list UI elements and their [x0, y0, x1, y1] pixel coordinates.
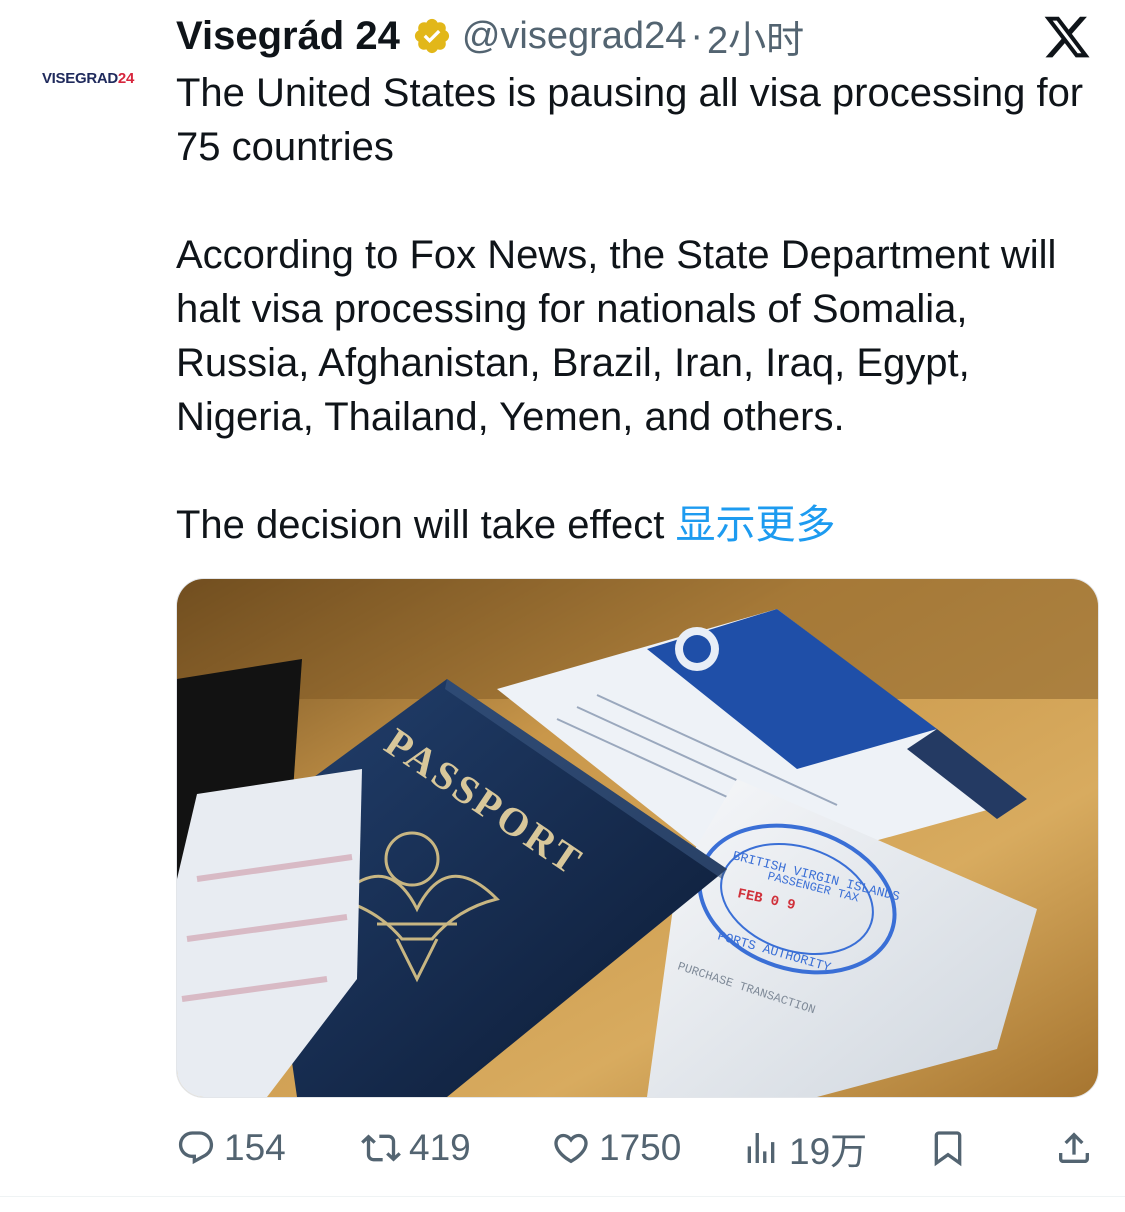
header-separator: · [690, 14, 703, 57]
tweet-media-image[interactable]: BRITISH VIRGIN ISLANDS PASSENGER TAX FEB… [176, 578, 1099, 1098]
verified-badge-icon [412, 16, 452, 56]
retweet-button[interactable]: 419 [361, 1118, 471, 1178]
divider [0, 1196, 1125, 1197]
user-handle[interactable]: @visegrad24 [462, 15, 686, 58]
tweet-paragraph-3-text: The decision will take effect [176, 503, 676, 547]
timestamp[interactable]: 2小时 [707, 9, 804, 64]
reply-count: 154 [224, 1127, 286, 1168]
tweet-header: Visegrád 24 @visegrad24 · 2小时 [176, 8, 804, 64]
tweet-paragraph-1: The United States is pausing all visa pr… [176, 71, 1084, 169]
retweet-count: 419 [409, 1127, 471, 1168]
share-icon [1059, 1132, 1089, 1163]
tweet-paragraph-3: The decision will take effect 显示更多 [176, 498, 1106, 552]
tweet[interactable]: VISEGRAD 24 Visegrád 24 @visegrad24 · 2小时… [0, 0, 1125, 1212]
views-chart-icon [747, 1133, 775, 1163]
bookmark-button[interactable] [928, 1118, 976, 1178]
avatar-logo-accent: 24 [117, 69, 135, 87]
tweet-text: The United States is pausing all visa pr… [176, 66, 1106, 552]
like-button[interactable]: 1750 [551, 1118, 681, 1178]
display-name[interactable]: Visegrád 24 [176, 14, 400, 59]
x-logo-icon[interactable] [1042, 12, 1092, 62]
share-button[interactable] [1054, 1118, 1102, 1178]
tweet-actions: 154 419 1750 19万 [176, 1118, 1106, 1178]
bookmark-icon [934, 1131, 962, 1167]
reply-button[interactable]: 154 [176, 1118, 286, 1178]
avatar-logo-text: VISEGRAD [41, 69, 118, 87]
heart-icon [554, 1133, 588, 1164]
views-button[interactable]: 19万 [741, 1118, 867, 1178]
show-more-link[interactable]: 显示更多 [676, 503, 836, 547]
like-count: 1750 [599, 1127, 682, 1168]
avatar[interactable]: VISEGRAD 24 [26, 48, 150, 108]
views-count: 19万 [789, 1131, 868, 1172]
retweet-icon [361, 1134, 401, 1162]
tweet-paragraph-2: According to Fox News, the State Departm… [176, 233, 1057, 439]
reply-icon [178, 1131, 214, 1165]
